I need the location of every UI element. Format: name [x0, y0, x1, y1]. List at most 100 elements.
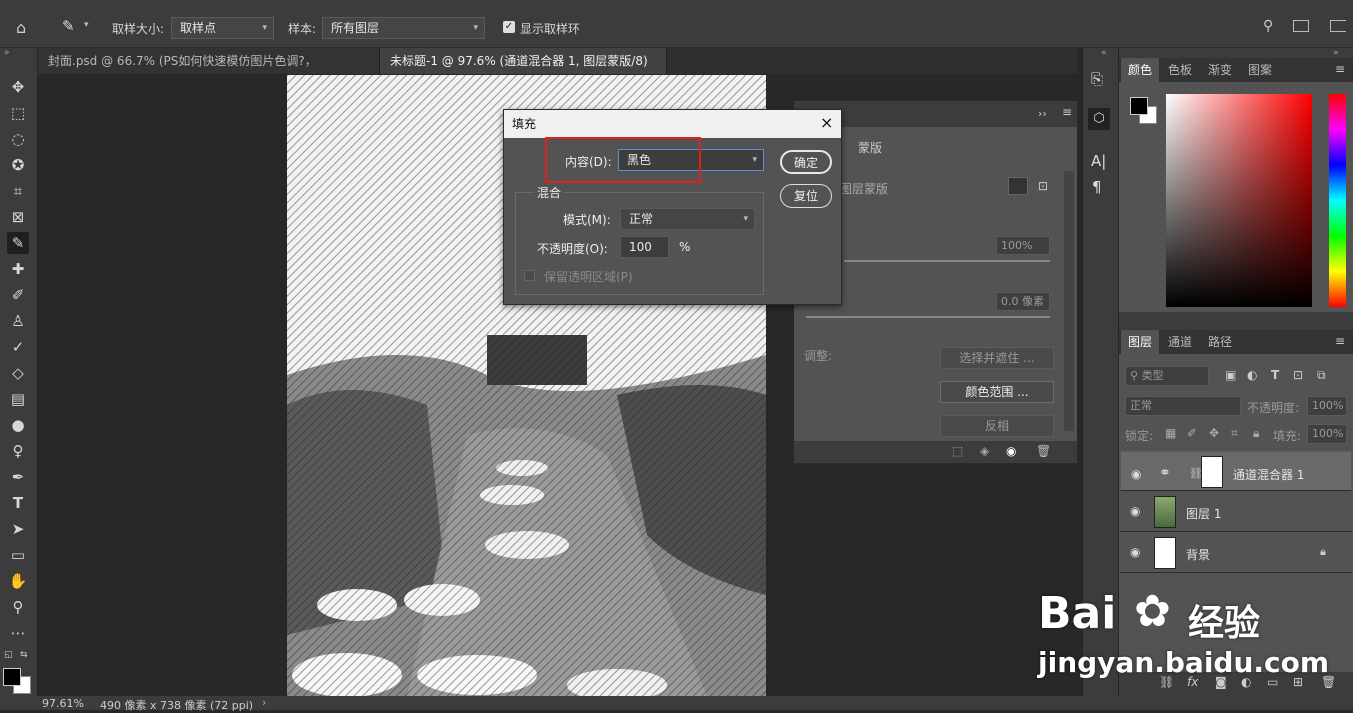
path-select-tool-icon[interactable]: ➤ [7, 518, 29, 540]
filter-shape-icon[interactable]: ⊡ [1293, 368, 1303, 382]
tab-patterns[interactable]: 图案 [1241, 58, 1279, 82]
visibility-eye-icon[interactable]: ◉ [1130, 545, 1140, 559]
frame-tool-icon[interactable]: ⊠ [7, 206, 29, 228]
ok-button[interactable]: 确定 [780, 150, 832, 174]
density-slider[interactable] [844, 260, 1050, 262]
layer-row-background[interactable]: ◉ 背景 🔒︎ [1120, 533, 1352, 573]
visibility-eye-icon[interactable]: ◉ [1131, 464, 1141, 484]
healing-brush-tool-icon[interactable]: ✚ [7, 258, 29, 280]
zoom-level[interactable]: 97.61% [42, 697, 84, 710]
properties-scrollbar[interactable] [1064, 171, 1074, 431]
blend-mode-select[interactable]: 正常 [1125, 396, 1241, 416]
default-colors-icon[interactable]: ◱ [4, 650, 13, 660]
history-brush-tool-icon[interactable]: ✓ [7, 336, 29, 358]
share-icon[interactable] [1330, 20, 1346, 32]
layer-filter-select[interactable]: ⚲ 类型 [1125, 366, 1209, 386]
eyedropper-tool-icon[interactable]: ✎ [7, 232, 29, 254]
tab-color[interactable]: 颜色 [1121, 58, 1159, 82]
brush-tool-icon[interactable]: ✐ [7, 284, 29, 306]
lock-all-icon[interactable]: 🔒︎ [1253, 426, 1259, 441]
mask-thumbnail[interactable] [1201, 456, 1223, 488]
panel-menu-icon[interactable]: ≡ [1335, 62, 1345, 76]
gradient-tool-icon[interactable]: ▤ [7, 388, 29, 410]
collapse-icon[interactable]: » [1333, 48, 1339, 58]
panel-menu-icon[interactable]: ≡ [1335, 334, 1345, 348]
filter-smart-object-icon[interactable]: ⧉ [1317, 368, 1326, 383]
fg-color-swatch[interactable] [1130, 97, 1148, 115]
lasso-tool-icon[interactable]: ◌ [7, 128, 29, 150]
tab-untitled-1[interactable]: 未标题-1 @ 97.6% (通道混合器 1, 图层蒙版/8) *× [380, 48, 667, 94]
foreground-color-swatch[interactable] [3, 668, 21, 686]
sample-select[interactable]: 所有图层 ▾ [322, 17, 485, 39]
filter-adjustment-icon[interactable]: ◐ [1247, 368, 1257, 382]
lock-pixels-icon[interactable]: ▦ [1165, 426, 1176, 440]
fill-input[interactable]: 100% [1307, 424, 1347, 444]
lock-position-icon[interactable]: ✥ [1209, 426, 1219, 440]
select-and-mask-button[interactable]: 选择并遮住 ... [940, 347, 1054, 369]
dodge-tool-icon[interactable]: ♀ [7, 440, 29, 462]
vector-mask-icon[interactable]: ⊡ [1038, 179, 1048, 193]
clone-stamp-tool-icon[interactable]: ♙ [7, 310, 29, 332]
filter-pixel-icon[interactable]: ▣ [1225, 368, 1236, 382]
character-panel-icon[interactable]: A| [1091, 152, 1106, 170]
pen-tool-icon[interactable]: ✒ [7, 466, 29, 488]
libraries-panel-icon[interactable]: ⬡ [1088, 108, 1110, 130]
visibility-eye-icon[interactable]: ◉ [1006, 444, 1016, 458]
hand-tool-icon[interactable]: ✋ [7, 570, 29, 592]
collapse-icon[interactable]: « [1101, 48, 1107, 58]
marquee-tool-icon[interactable]: ⬚ [7, 102, 29, 124]
eyedropper-tool-icon[interactable]: ✎ [62, 17, 75, 35]
tab-cover-psd[interactable]: 封面.psd @ 66.7% (PS如何快速模仿图片色调?，RGB/8#) *× [38, 48, 380, 94]
collapse-icon[interactable]: » [4, 48, 10, 58]
invert-button[interactable]: 反相 [940, 415, 1054, 437]
hue-slider[interactable] [1329, 94, 1346, 307]
apply-mask-icon[interactable]: ◈ [980, 444, 989, 458]
pixel-mask-icon[interactable] [1008, 177, 1028, 195]
show-ring-checkbox[interactable]: ✓ [503, 21, 515, 33]
swap-colors-icon[interactable]: ⇆ [20, 650, 28, 660]
paragraph-panel-icon[interactable]: ¶ [1092, 178, 1102, 196]
move-tool-icon[interactable]: ✥ [7, 76, 29, 98]
sample-size-select[interactable]: 取样点 ▾ [171, 17, 274, 39]
opacity-input[interactable]: 100 [620, 236, 669, 258]
layer-row-layer-1[interactable]: ◉ 图层 1 [1120, 492, 1352, 532]
workspace-icon[interactable] [1293, 20, 1309, 32]
feather-slider[interactable] [806, 316, 1050, 318]
tab-swatches[interactable]: 色板 [1161, 58, 1199, 82]
quick-select-tool-icon[interactable]: ✪ [7, 154, 29, 176]
tool-preset-chevron-icon[interactable]: ▾ [84, 20, 89, 30]
lock-artboard-icon[interactable]: ⌗ [1231, 426, 1238, 441]
eraser-tool-icon[interactable]: ◇ [7, 362, 29, 384]
panel-menu-icon[interactable]: ≡ [1062, 105, 1072, 119]
layer-thumbnail[interactable] [1154, 537, 1176, 569]
delete-mask-icon[interactable]: 🗑 [1036, 444, 1051, 458]
search-icon[interactable]: ⚲ [1263, 18, 1273, 34]
rectangle-tool-icon[interactable]: ▭ [7, 544, 29, 566]
layer-thumbnail[interactable] [1154, 496, 1176, 528]
tab-gradients[interactable]: 渐变 [1201, 58, 1239, 82]
preserve-transparency-checkbox[interactable] [524, 270, 535, 281]
close-icon[interactable]: × [820, 113, 833, 132]
feather-input[interactable]: 0.0 像素 [996, 292, 1050, 311]
tab-channels[interactable]: 通道 [1161, 330, 1199, 354]
panel-expand-icon[interactable]: ›› [1038, 107, 1047, 120]
lock-image-icon[interactable]: ✐ [1187, 426, 1197, 440]
tab-layers[interactable]: 图层 [1121, 330, 1159, 354]
filter-type-icon[interactable]: T [1271, 368, 1279, 382]
crop-tool-icon[interactable]: ⌗ [7, 180, 29, 202]
density-input[interactable]: 100% [996, 236, 1050, 255]
chevron-right-icon[interactable]: › [262, 696, 266, 709]
tab-paths[interactable]: 路径 [1201, 330, 1239, 354]
color-range-button[interactable]: 颜色范围 ... [940, 381, 1054, 403]
load-selection-icon[interactable]: ⬚ [952, 444, 963, 458]
document-info[interactable]: 490 像素 x 738 像素 (72 ppi) [100, 697, 253, 713]
reset-button[interactable]: 复位 [780, 184, 832, 208]
visibility-eye-icon[interactable]: ◉ [1130, 504, 1140, 518]
zoom-tool-icon[interactable]: ⚲ [7, 596, 29, 618]
history-panel-icon[interactable]: ⎘ [1091, 70, 1103, 88]
color-field[interactable] [1166, 94, 1312, 307]
opacity-input[interactable]: 100% [1307, 396, 1347, 416]
home-icon[interactable]: ⌂ [16, 18, 26, 37]
blur-tool-icon[interactable]: ● [7, 414, 29, 436]
mode-select[interactable]: 正常 ▾ [620, 208, 755, 230]
